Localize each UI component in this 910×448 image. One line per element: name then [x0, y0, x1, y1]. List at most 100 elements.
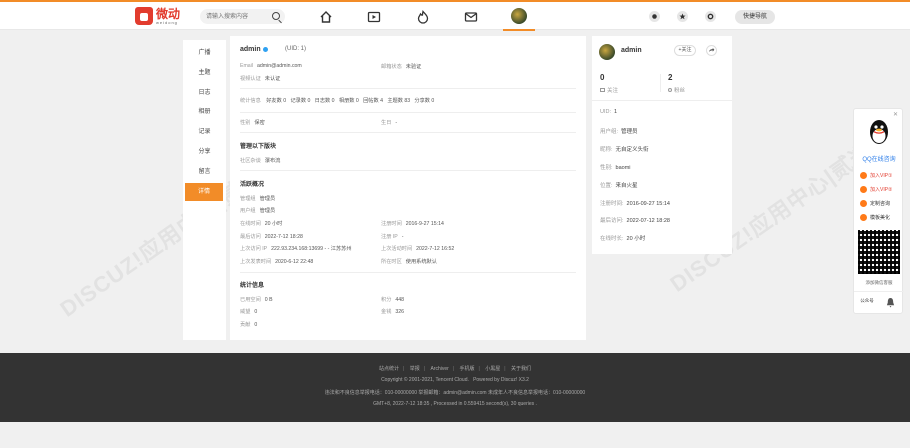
search-icon[interactable]	[272, 12, 280, 20]
search-input[interactable]	[200, 9, 270, 24]
admin-group-link[interactable]: 管理员	[260, 196, 276, 202]
home-icon[interactable]	[319, 10, 333, 24]
side-row-gender: 性别: baomi	[600, 165, 631, 171]
last-post-value: 2020-6-12 22:48	[275, 259, 314, 265]
gender-value: 保密	[254, 120, 265, 126]
online-time-value: 20 小时	[264, 221, 283, 227]
nav-item-threads[interactable]: 主题	[183, 64, 226, 82]
gold-row: 金钱 326	[381, 308, 404, 315]
mail-status-label: 邮箱状态	[381, 64, 402, 70]
copyright-text: Copyright © 2001-2021, Tencent Cloud.	[381, 377, 469, 383]
manage-forums-title: 管理以下版块	[240, 144, 277, 150]
divider	[240, 272, 576, 273]
share-icon[interactable]	[706, 45, 717, 56]
bell-icon[interactable]	[886, 297, 895, 310]
vip-label: 加入VIP①	[870, 173, 893, 179]
nav-item-album[interactable]: 相册	[183, 103, 226, 121]
side-row-label: 注册时间	[600, 201, 623, 207]
register-time-row: 注册时间 2016-9-27 15:14	[381, 220, 444, 227]
star-icon[interactable]	[677, 11, 688, 22]
stat-shares[interactable]: 分享数 0	[414, 98, 434, 104]
side-row-register: 注册时间: 2016-09-27 15:14	[600, 201, 670, 207]
notification-icon[interactable]	[649, 11, 660, 22]
mail-status-row: 邮箱状态 未验证	[381, 63, 421, 70]
qq-consult-link[interactable]: QQ在线咨询	[854, 154, 904, 163]
gender-label: 性别	[240, 120, 251, 126]
nav-item-blog[interactable]: 日志	[183, 84, 226, 102]
footer-link[interactable]: 站点统计	[379, 366, 399, 372]
register-time-value: 2016-9-27 15:14	[405, 221, 444, 227]
side-row-location: 位置: 来自火星	[600, 183, 638, 189]
last-ip-label: 上次访问 IP	[240, 246, 268, 252]
side-row-online: 在线时长: 20 小时	[600, 236, 646, 242]
template-beautify-link[interactable]: 模板美化	[860, 214, 890, 221]
side-avatar[interactable]	[599, 44, 615, 60]
nav-item-profile-detail[interactable]: 详情	[185, 183, 223, 201]
vip-link-2[interactable]: 加入VIP②	[860, 186, 893, 193]
side-row-value: 无自定义头衔	[615, 147, 649, 153]
settings-gear-icon[interactable]	[705, 11, 716, 22]
stat-friends[interactable]: 好友数 0	[266, 98, 286, 104]
stat-doings[interactable]: 记录数 0	[290, 98, 310, 104]
footer-link[interactable]: 举报	[410, 366, 420, 372]
register-ip-value: -	[401, 234, 404, 240]
qq-penguin-icon[interactable]	[867, 117, 891, 145]
user-group-label: 用户组	[240, 208, 256, 214]
stat-replies[interactable]: 回帖数 4	[363, 98, 383, 104]
footer-contact: 违法和不良信息举报电话：010-00000000 举报邮箱：admin@admi…	[324, 390, 586, 396]
side-row-value: 2022-07-12 18:28	[626, 218, 670, 224]
gold-label: 金钱	[381, 309, 392, 315]
profile-tab-nav: 广播 主题 日志 相册 记录 分享 留言 详情	[183, 40, 226, 340]
custom-consult-link[interactable]: 定制咨询	[860, 200, 890, 207]
birthday-row: 生日 -	[381, 119, 397, 126]
video-icon[interactable]	[367, 10, 381, 24]
nav-item-guestbook[interactable]: 留言	[183, 163, 226, 181]
stat-divider	[660, 74, 661, 92]
footer-link[interactable]: 手机版	[460, 366, 475, 372]
template-icon	[860, 214, 867, 221]
stat-albums[interactable]: 相册数 0	[339, 98, 359, 104]
official-account-link[interactable]: 公众号	[860, 298, 874, 304]
verified-icon	[262, 46, 268, 52]
wechat-qr-code	[858, 230, 900, 274]
user-group-link[interactable]: 管理员	[260, 208, 276, 214]
close-icon[interactable]: ✕	[893, 111, 898, 118]
vip-icon	[860, 172, 867, 179]
managed-forum-link[interactable]: 瀑布流	[265, 158, 281, 164]
fans-count[interactable]: 2	[668, 73, 672, 82]
last-post-label: 上次发表时间	[240, 259, 272, 265]
quick-nav-button[interactable]: 快捷导航	[735, 10, 775, 24]
stat-blogs[interactable]: 日志数 0	[315, 98, 335, 104]
stat-threads[interactable]: 主题数 83	[387, 98, 410, 104]
nav-item-share[interactable]: 分享	[183, 143, 226, 161]
birthday-label: 生日	[381, 120, 392, 126]
nav-item-doing[interactable]: 记录	[183, 123, 226, 141]
follow-button[interactable]: +关注	[674, 45, 696, 56]
vip-link-1[interactable]: 加入VIP①	[860, 172, 893, 179]
logo-title: 微动	[156, 6, 181, 21]
user-avatar[interactable]	[511, 8, 527, 24]
vip-icon	[860, 186, 867, 193]
floating-service-panel: ✕ QQ在线咨询 加入VIP① 加入VIP② 定制咨询 模板美化 添加微信客服 …	[853, 108, 904, 314]
online-time-row: 在线时间 20 小时	[240, 220, 282, 227]
following-count[interactable]: 0	[600, 73, 604, 82]
last-visit-value: 2022-7-12 18:28	[264, 234, 303, 240]
footer-gmt: GMT+8, 2022-7-12 18:35 , Processed in 0.…	[373, 401, 537, 407]
footer-link[interactable]: Archiver	[430, 366, 448, 372]
statistics-title: 统计信息	[240, 283, 265, 289]
logo-icon	[135, 7, 153, 25]
side-row-value: baomi	[615, 165, 631, 171]
mail-icon[interactable]	[464, 10, 478, 24]
hot-topics-icon[interactable]	[416, 10, 430, 24]
side-row-label: 性别	[600, 165, 612, 171]
activity-title: 活跃概况	[240, 182, 265, 188]
footer-link[interactable]: 关于我们	[511, 366, 531, 372]
timezone-label: 所在时区	[381, 259, 402, 265]
nav-item-broadcast[interactable]: 广播	[183, 44, 226, 62]
side-username[interactable]: admin	[621, 47, 642, 54]
site-logo[interactable]: 微动 weidong	[135, 7, 180, 25]
footer-link[interactable]: 小黑屋	[485, 366, 500, 372]
points-value: 448	[395, 297, 405, 303]
profile-username-wrap: admin	[240, 46, 268, 53]
footer-copyright: Copyright © 2001-2021, Tencent Cloud. Po…	[0, 377, 910, 383]
